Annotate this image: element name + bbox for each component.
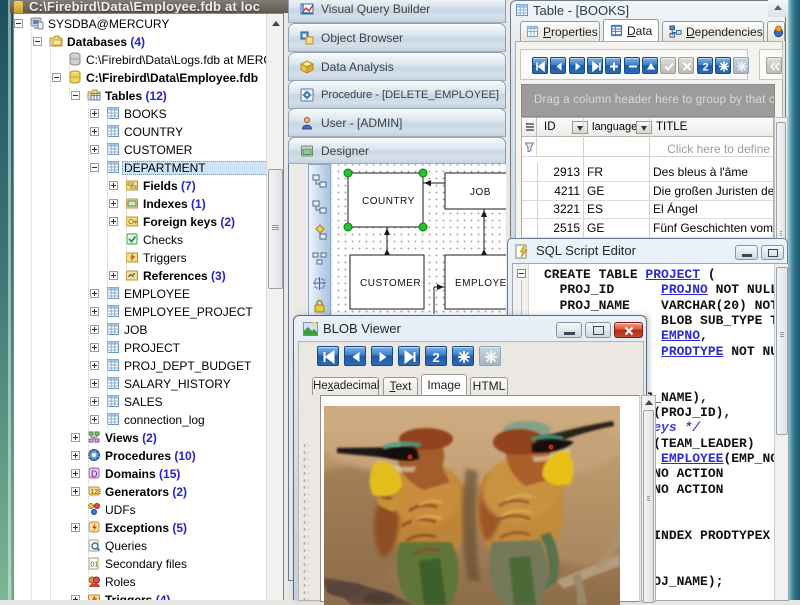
svg-text:COUNTRY: COUNTRY [362,196,415,207]
svg-text:2: 2 [703,62,709,74]
svg-text:2: 2 [433,350,440,365]
svg-text:D: D [91,469,98,479]
svg-text:EMPLOYEE: EMPLOYEE [455,278,506,289]
svg-text:JOB: JOB [470,187,491,198]
svg-text:123: 123 [91,489,102,496]
svg-text:01: 01 [91,562,99,569]
svg-text:CUSTOMER: CUSTOMER [360,278,421,289]
